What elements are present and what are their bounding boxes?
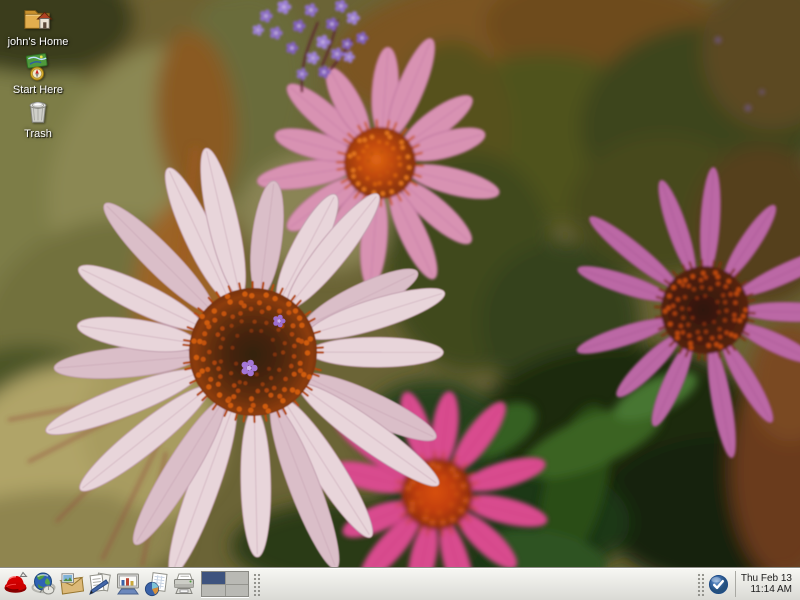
desktop-screen: john's Home Start Here bbox=[0, 0, 800, 600]
desktop-icon-start-here[interactable]: Start Here bbox=[0, 52, 76, 96]
main-menu-button[interactable] bbox=[2, 569, 30, 599]
desktop-icon-johns-home[interactable]: john's Home bbox=[0, 4, 76, 48]
clock-time: 11:14 AM bbox=[741, 584, 792, 596]
globe-mouse-icon bbox=[31, 571, 57, 597]
workspace-1[interactable] bbox=[202, 572, 225, 584]
desktop-wallpaper bbox=[0, 0, 800, 567]
launcher-web-browser[interactable] bbox=[30, 569, 58, 599]
trash-can-icon bbox=[23, 96, 53, 126]
desktop-icon-trash[interactable]: Trash bbox=[0, 96, 76, 140]
envelope-photo-icon bbox=[59, 571, 85, 597]
home-folder-icon bbox=[23, 4, 53, 34]
workspace-4[interactable] bbox=[226, 585, 249, 597]
desktop-icon-label: Start Here bbox=[13, 84, 63, 96]
launcher-email[interactable] bbox=[58, 569, 86, 599]
red-hat-icon bbox=[3, 571, 29, 597]
panel-separator bbox=[735, 571, 736, 597]
launcher-print-manager[interactable] bbox=[170, 569, 198, 599]
panel-drag-handle-right[interactable] bbox=[696, 572, 704, 596]
start-here-compass-icon bbox=[23, 52, 53, 82]
pie-chart-sheet-icon bbox=[143, 571, 169, 597]
launcher-spreadsheet[interactable] bbox=[142, 569, 170, 599]
clock-date: Thu Feb 13 bbox=[741, 573, 792, 585]
launcher-word-processor[interactable] bbox=[86, 569, 114, 599]
desktop-icon-label: john's Home bbox=[8, 36, 69, 48]
screen-bar-chart-icon bbox=[115, 571, 141, 597]
workspace-2[interactable] bbox=[226, 572, 249, 584]
documents-pen-icon bbox=[87, 571, 113, 597]
clock-applet[interactable]: Thu Feb 13 11:14 AM bbox=[739, 573, 798, 596]
workspace-switcher[interactable] bbox=[201, 571, 249, 597]
desktop-icon-label: Trash bbox=[24, 128, 52, 140]
launcher-presentation[interactable] bbox=[114, 569, 142, 599]
printer-icon bbox=[171, 571, 197, 597]
rhn-alert-button[interactable] bbox=[707, 572, 731, 596]
workspace-3[interactable] bbox=[202, 585, 225, 597]
panel-drag-handle-left[interactable] bbox=[252, 572, 260, 596]
blue-check-circle-icon bbox=[708, 574, 729, 595]
bottom-panel: Thu Feb 13 11:14 AM bbox=[0, 567, 800, 600]
